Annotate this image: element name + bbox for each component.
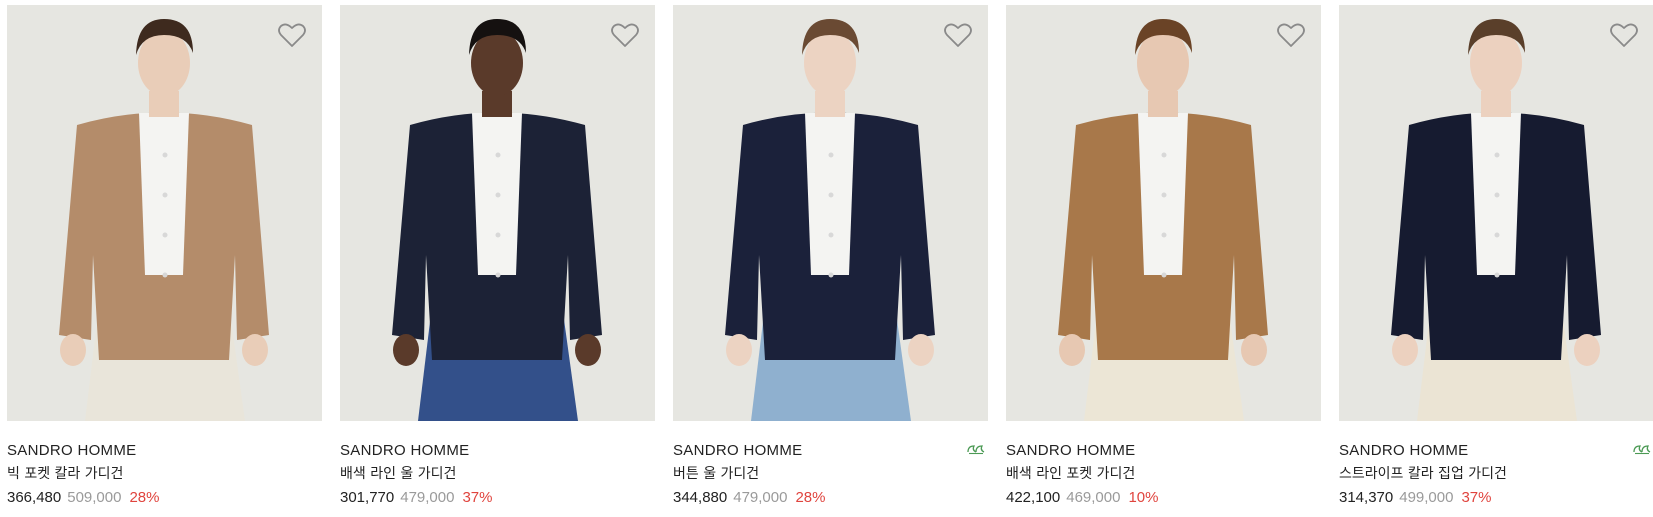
heart-outline-icon[interactable]: [610, 21, 640, 49]
product-brand: SANDRO HOMME: [340, 442, 470, 459]
eco-leaf-icon: [1633, 445, 1651, 455]
product-name[interactable]: 버튼 울 가디건: [673, 464, 988, 484]
product-prices: 344,880 479,000 28%: [673, 488, 988, 508]
product-prices: 422,100 469,000 10%: [1006, 488, 1321, 508]
discount-rate: 37%: [1461, 489, 1492, 506]
product-image[interactable]: [1339, 5, 1653, 421]
sale-price: 422,100: [1006, 489, 1061, 506]
product-brand: SANDRO HOMME: [1006, 442, 1136, 459]
model-photo: [392, 19, 602, 421]
product-info: SANDRO HOMME 빅 포켓 칼라 가디건 366,480 509,000 2…: [7, 421, 322, 508]
original-price: 499,000: [1399, 489, 1454, 506]
model-photo: [59, 19, 269, 421]
product-image[interactable]: [673, 5, 988, 421]
discount-rate: 10%: [1128, 489, 1159, 506]
product-card-4[interactable]: SANDRO HOMME 배색 라인 포켓 가디건 422,100 469,000…: [1006, 5, 1321, 508]
sale-price: 314,370: [1339, 489, 1394, 506]
product-name[interactable]: 스트라이프 칼라 집업 가디건: [1339, 464, 1653, 484]
heart-outline-icon[interactable]: [1609, 21, 1639, 49]
sale-price: 344,880: [673, 489, 728, 506]
sale-price: 301,770: [340, 489, 395, 506]
sale-price: 366,480: [7, 489, 62, 506]
product-brand: SANDRO HOMME: [1339, 442, 1469, 459]
product-prices: 301,770 479,000 37%: [340, 488, 655, 508]
product-card-2[interactable]: SANDRO HOMME 배색 라인 울 가디건 301,770 479,000 3…: [340, 5, 655, 508]
product-name[interactable]: 배색 라인 울 가디건: [340, 464, 655, 484]
product-brand: SANDRO HOMME: [673, 442, 803, 459]
original-price: 509,000: [67, 489, 122, 506]
product-image[interactable]: [1006, 5, 1321, 421]
product-card-3[interactable]: SANDRO HOMME 버튼 울 가디건 344,880 479,000 28%: [673, 5, 988, 508]
product-name[interactable]: 빅 포켓 칼라 가디건: [7, 464, 322, 484]
heart-outline-icon[interactable]: [943, 21, 973, 49]
product-image[interactable]: [340, 5, 655, 421]
original-price: 479,000: [400, 489, 455, 506]
product-card-5[interactable]: SANDRO HOMME 스트라이프 칼라 집업 가디건 314,370 499,…: [1339, 5, 1653, 508]
heart-outline-icon[interactable]: [277, 21, 307, 49]
model-photo: [1058, 19, 1268, 421]
discount-rate: 28%: [795, 489, 826, 506]
product-info: SANDRO HOMME 배색 라인 포켓 가디건 422,100 469,000…: [1006, 421, 1321, 508]
product-info: SANDRO HOMME 버튼 울 가디건 344,880 479,000 28%: [673, 421, 988, 508]
product-card-1[interactable]: SANDRO HOMME 빅 포켓 칼라 가디건 366,480 509,000 2…: [7, 5, 322, 508]
product-name[interactable]: 배색 라인 포켓 가디건: [1006, 464, 1321, 484]
eco-leaf-icon: [967, 445, 985, 455]
original-price: 469,000: [1066, 489, 1121, 506]
product-grid: SANDRO HOMME 빅 포켓 칼라 가디건 366,480 509,000 2…: [7, 5, 1653, 508]
product-info: SANDRO HOMME 배색 라인 울 가디건 301,770 479,000 3…: [340, 421, 655, 508]
model-photo: [1391, 19, 1601, 421]
model-photo: [725, 19, 935, 421]
original-price: 479,000: [733, 489, 788, 506]
product-prices: 366,480 509,000 28%: [7, 488, 322, 508]
product-info: SANDRO HOMME 스트라이프 칼라 집업 가디건 314,370 499,…: [1339, 421, 1653, 508]
discount-rate: 28%: [129, 489, 160, 506]
product-image[interactable]: [7, 5, 322, 421]
heart-outline-icon[interactable]: [1276, 21, 1306, 49]
product-brand: SANDRO HOMME: [7, 442, 137, 459]
discount-rate: 37%: [462, 489, 493, 506]
product-prices: 314,370 499,000 37%: [1339, 488, 1653, 508]
